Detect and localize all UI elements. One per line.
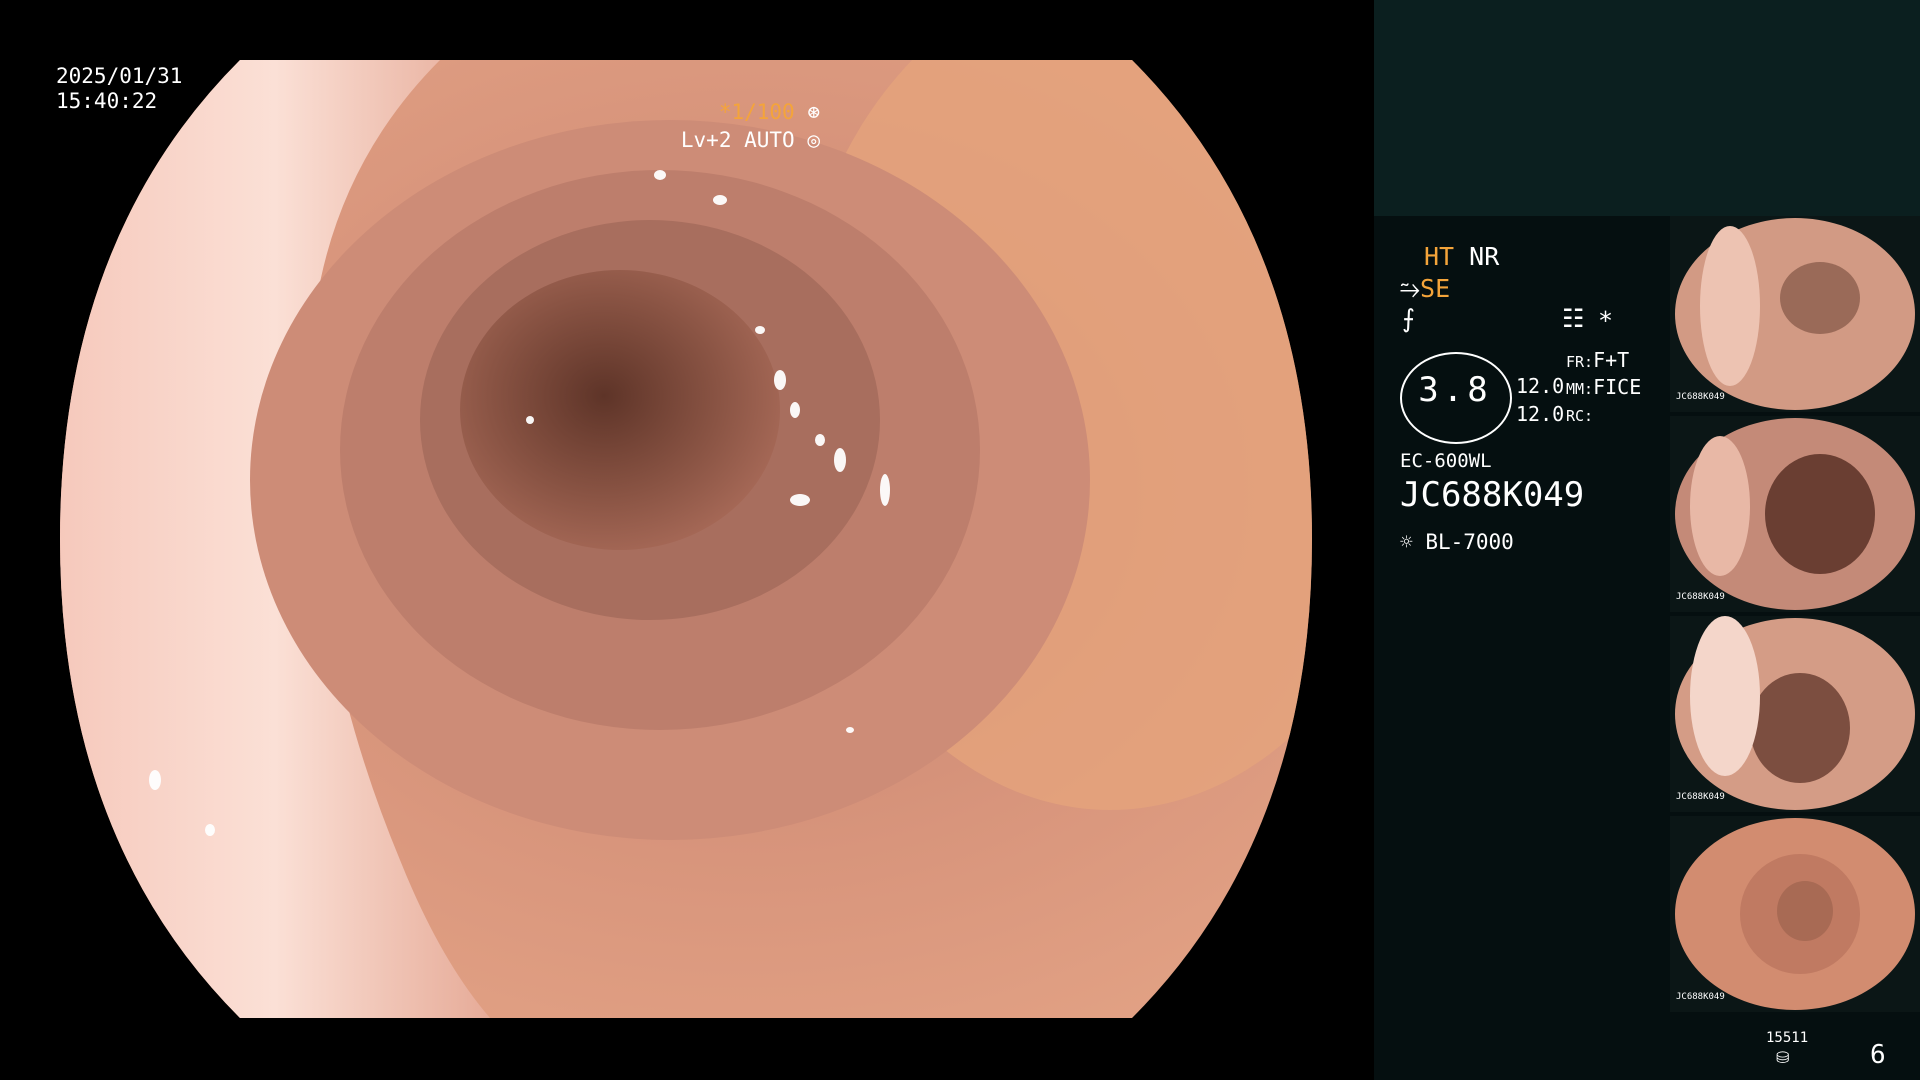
- auto-iris-icon: ◎: [807, 128, 820, 152]
- se-row: ⥲SE: [1400, 274, 1450, 304]
- value-2: 12.0: [1516, 402, 1565, 426]
- thumbnail-3[interactable]: JC688K049: [1670, 616, 1920, 812]
- counter-top: 15511: [1766, 1030, 1809, 1046]
- mode-col: FR:F+T MM:FICE RC:: [1566, 348, 1641, 429]
- mm-value: FICE: [1593, 375, 1642, 399]
- fr-value: F+T: [1593, 348, 1630, 372]
- endoscope-image: [60, 60, 1312, 1018]
- light-icon: ☼: [1400, 530, 1413, 554]
- thumbnail-4[interactable]: JC688K049: [1670, 816, 1920, 1012]
- thumbnail-label: JC688K049: [1676, 992, 1725, 1002]
- light-source-row: ☼ BL-7000: [1400, 530, 1514, 554]
- values-col: 12.0 12.0: [1516, 372, 1564, 428]
- scope-tip-icon: ⥲: [1400, 274, 1421, 303]
- ring-value: 3.8: [1418, 370, 1492, 410]
- mm-label: MM:: [1566, 380, 1594, 398]
- light-source: BL-7000: [1425, 530, 1514, 554]
- osd-date: 2025/01/31: [56, 64, 183, 88]
- osd-exposure: *1/100 ⊛ Lv+2 AUTO ◎: [0, 98, 820, 154]
- counter-big: 6: [1870, 1040, 1886, 1070]
- ht-label: HT: [1424, 242, 1455, 271]
- thumbnail-label: JC688K049: [1676, 392, 1725, 402]
- menu-icon: ☷: [1562, 304, 1585, 333]
- thumbnail-label: JC688K049: [1676, 792, 1725, 802]
- thumbnail-1[interactable]: JC688K049: [1670, 216, 1920, 412]
- value-1: 12.0: [1516, 374, 1565, 398]
- osd-level-mode: Lv+2 AUTO: [680, 128, 795, 152]
- osd-shutter: *1/100: [718, 100, 795, 124]
- panel-header: [1374, 0, 1920, 216]
- thumbnail-column: JC688K049 JC688K049 JC688K049 JC688K049: [1670, 216, 1920, 1016]
- disk-icon: ⛁: [1776, 1048, 1790, 1067]
- processing-ht-nr: HT NR: [1424, 242, 1499, 272]
- shutter-icon: ⊛: [807, 100, 820, 124]
- scope-serial: JC688K049: [1400, 475, 1585, 515]
- thumbnail-label: JC688K049: [1676, 592, 1725, 602]
- se-label: SE: [1420, 274, 1451, 303]
- scope-model: EC-600WL: [1400, 450, 1492, 472]
- endoscope-view: 2025/01/31 15:40:22 *1/100 ⊛ Lv+2 AUTO ◎: [0, 0, 1372, 1080]
- nr-label: NR: [1469, 242, 1500, 271]
- thumbnail-2[interactable]: JC688K049: [1670, 416, 1920, 612]
- fr-label: FR:: [1566, 353, 1594, 371]
- pen-icon: ⨍: [1402, 304, 1416, 333]
- asterisk-icon: *: [1598, 306, 1614, 335]
- rc-label: RC:: [1566, 407, 1594, 425]
